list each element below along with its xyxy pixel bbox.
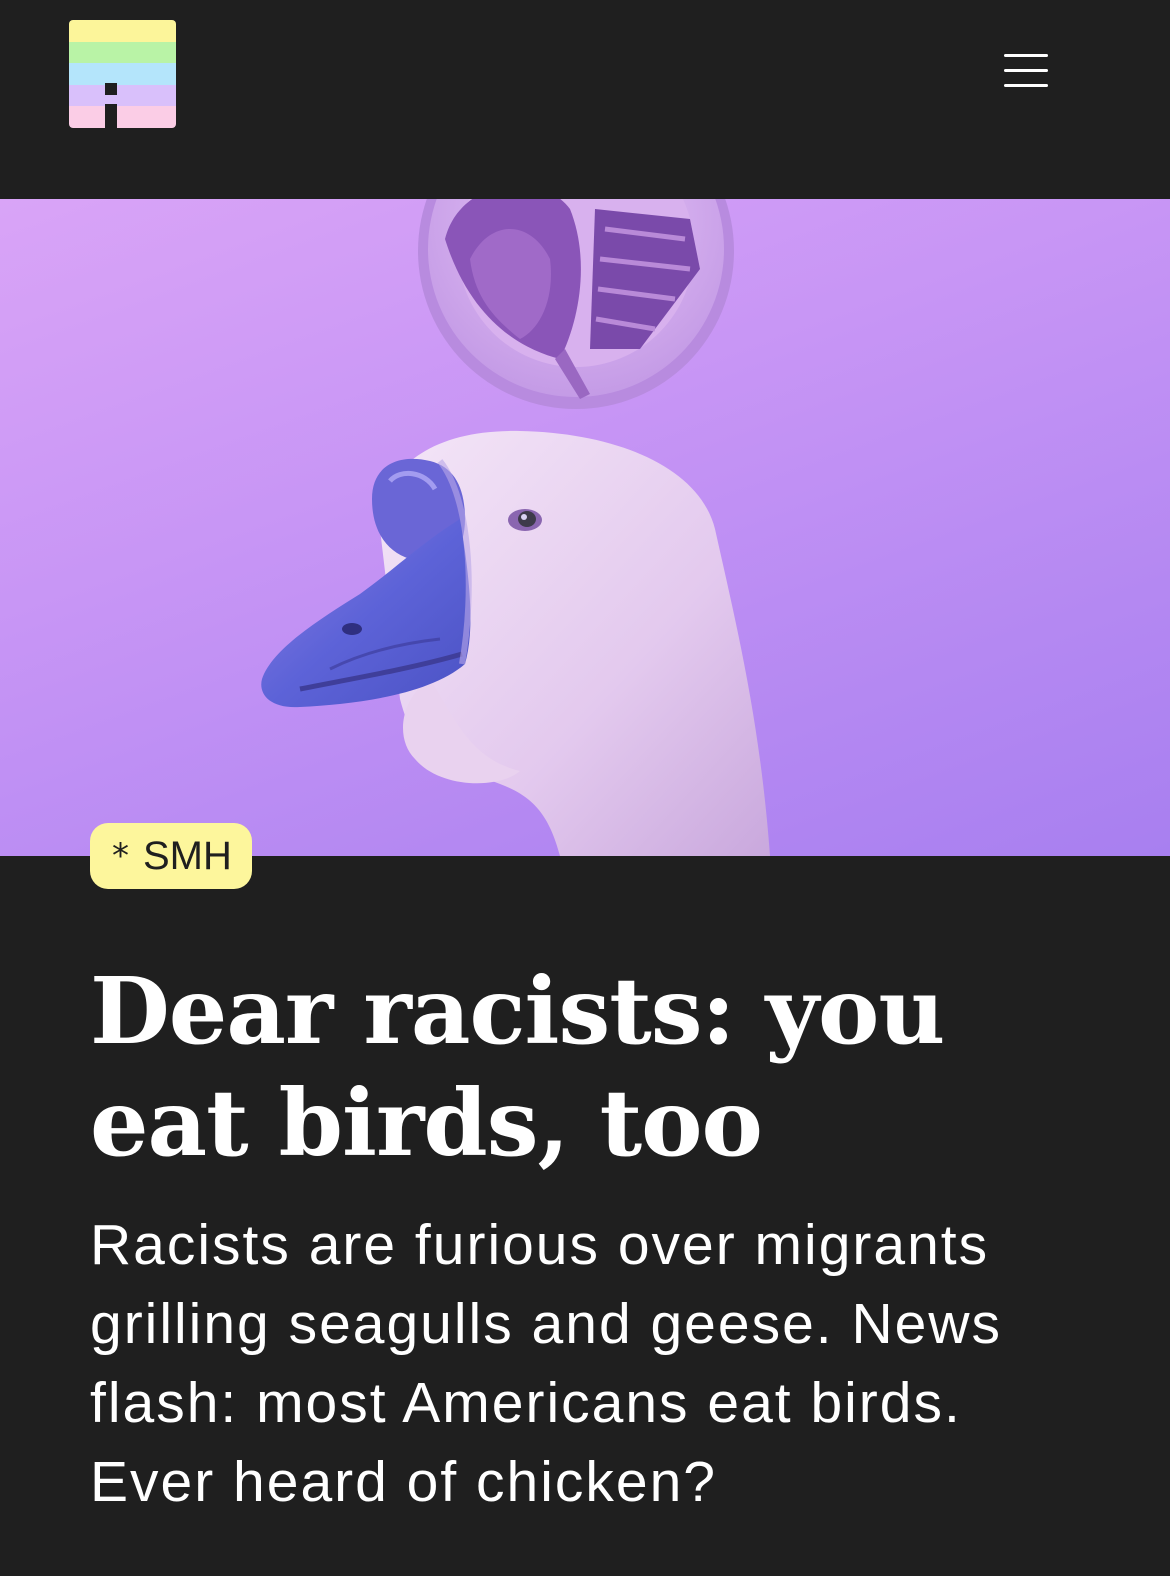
hero-image [0, 199, 1170, 856]
logo-stripe-yellow [69, 20, 176, 42]
category-tag[interactable]: * SMH [90, 823, 252, 889]
asterisk-icon: * [112, 836, 129, 876]
article-title: Dear racists: you eat birds, too [90, 957, 945, 1177]
hamburger-menu-icon[interactable] [998, 48, 1050, 92]
category-tag-label: SMH [143, 834, 232, 878]
plate-with-roast-bird [418, 199, 734, 409]
menu-line [1004, 69, 1048, 72]
logo-stripe-green [69, 42, 176, 63]
goose [261, 430, 770, 856]
logo-door [105, 104, 117, 128]
site-header [0, 0, 1170, 199]
logo-stripe-lavender [69, 85, 176, 106]
goose-illustration [261, 199, 770, 856]
logo-stripe-pink [69, 106, 176, 128]
logo-window [105, 83, 117, 95]
site-logo-icon[interactable] [69, 20, 176, 128]
logo-stripe-blue [69, 63, 176, 85]
menu-line [1004, 54, 1048, 57]
article-dek: Racists are furious over migrants grilli… [90, 1213, 1002, 1514]
menu-line [1004, 84, 1048, 87]
